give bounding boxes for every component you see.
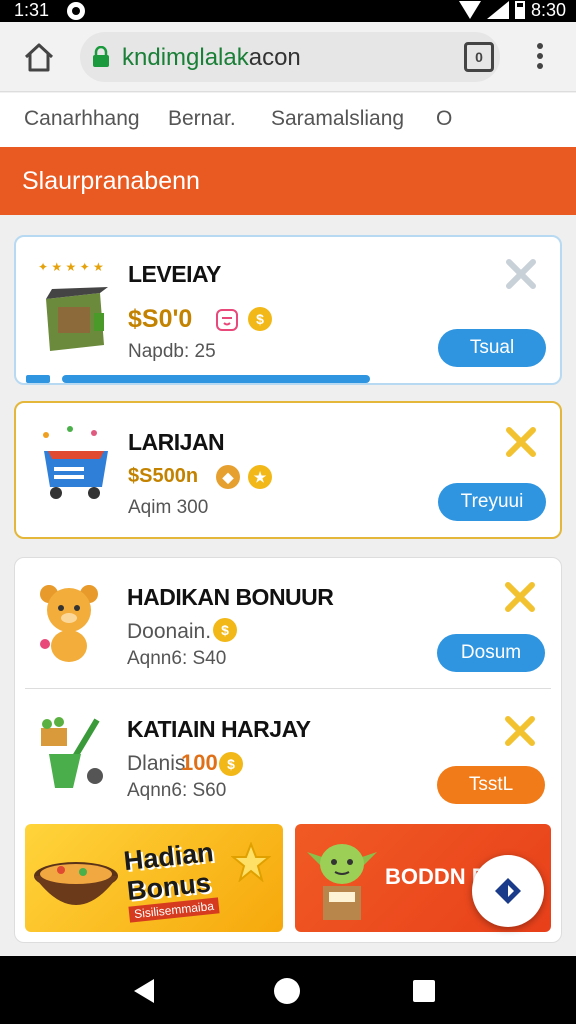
shovel-icon — [41, 717, 103, 788]
status-clock: 8:30 — [530, 0, 566, 20]
signal-icon — [458, 1, 481, 19]
floating-action-button[interactable] — [472, 855, 544, 927]
status-bar: 1:31 8:30 — [0, 0, 576, 22]
url-host: kndimglalak — [122, 44, 249, 71]
item-subtitle: Aqnn6: S40 — [127, 648, 227, 669]
address-bar[interactable]: kndimglalakacon — [80, 32, 500, 82]
reward-card[interactable]: LARIJAN $S500n ◆ ★ Aqim 300 Treyuui — [14, 401, 562, 539]
item-title: KATIAIN HARJAY — [127, 716, 311, 742]
close-icon[interactable] — [504, 425, 538, 459]
gift-icon — [216, 309, 238, 331]
progress-bar — [26, 375, 370, 383]
item-subtitle: Napdb: 25 — [128, 341, 216, 362]
url-rest: acon — [248, 44, 301, 71]
action-button[interactable]: Treyuui — [438, 483, 546, 521]
action-button[interactable]: TsstL — [437, 766, 545, 804]
progress-segment-fill — [62, 375, 370, 383]
wifi-icon — [486, 1, 509, 19]
nav-item-4[interactable]: O — [436, 107, 452, 131]
nav-item-1[interactable]: Canarhhang — [24, 107, 140, 131]
status-icons: 8:30 — [458, 0, 566, 20]
section-title: Slaurpranabenn — [22, 167, 200, 195]
reward-card[interactable]: ✦ ★ ★ ✦ ★ LEVEIAY $S0'0 $ Napdb: 25 Tsua… — [14, 235, 562, 385]
lock-icon — [93, 46, 109, 67]
bear-icon — [40, 585, 98, 662]
close-icon[interactable] — [503, 714, 537, 748]
item-title: LARIJAN — [128, 429, 225, 455]
item-price: $S500n — [128, 465, 199, 487]
coin-icon: $ — [219, 752, 243, 776]
coin-icon: $ — [213, 618, 237, 642]
action-button[interactable]: Tsual — [438, 329, 546, 367]
item-price: Doonain. — [127, 620, 212, 643]
tabs-button[interactable]: 0 — [464, 42, 494, 72]
coin-icon: $ — [248, 307, 272, 331]
recents-icon[interactable] — [412, 979, 436, 1003]
item-price-label: Dlanis — [127, 752, 186, 775]
promo-banner[interactable]: Hadian Bonus Sisilisemmaiba — [25, 824, 283, 932]
nav-item-3[interactable]: Saramalsliang — [271, 107, 404, 131]
home-icon[interactable] — [22, 40, 56, 74]
overflow-menu-icon[interactable] — [532, 40, 548, 74]
system-nav-bar — [0, 956, 576, 1024]
back-icon[interactable] — [132, 978, 156, 1004]
item-price: 100 — [181, 750, 218, 775]
section-header: Slaurpranabenn — [0, 147, 576, 215]
yoda-character-icon — [307, 844, 377, 920]
divider — [25, 688, 551, 689]
tag-icon: ◆ — [216, 465, 240, 489]
close-icon[interactable] — [503, 580, 537, 614]
noodle-bowl-icon — [34, 862, 118, 905]
home-nav-icon[interactable] — [273, 977, 301, 1005]
star-icon — [231, 842, 271, 882]
item-subtitle: Aqnn6: S60 — [127, 780, 227, 801]
item-title: LEVEIAY — [128, 261, 221, 287]
main-content: ✦ ★ ★ ✦ ★ LEVEIAY $S0'0 $ Napdb: 25 Tsua… — [0, 215, 576, 955]
nav-item-2[interactable]: Bernar. — [168, 107, 236, 131]
svg-text:✦ ★ ★ ✦ ★: ✦ ★ ★ ✦ ★ — [38, 260, 104, 274]
close-icon[interactable] — [504, 257, 538, 291]
item-price: $S0'0 — [128, 305, 193, 333]
crate-icon: ✦ ★ ★ ✦ ★ — [38, 260, 108, 351]
item-subtitle: Aqim 300 — [128, 497, 209, 518]
progress-segment-start — [26, 375, 50, 383]
action-button[interactable]: Dosum — [437, 634, 545, 672]
url-text: kndimglalakacon — [122, 44, 301, 72]
item-title: HADIKAN BONUUR — [127, 584, 334, 610]
browser-toolbar: kndimglalakacon 0 — [0, 22, 576, 92]
status-time: 1:31 — [14, 0, 50, 20]
category-nav: Canarhhang Bernar. Saramalsliang O — [0, 93, 576, 147]
notification-icon — [67, 2, 85, 20]
battery-icon — [514, 1, 525, 19]
coin-icon: ★ — [248, 465, 272, 489]
cart-icon — [43, 426, 108, 499]
navigation-diamond-icon — [495, 878, 521, 904]
